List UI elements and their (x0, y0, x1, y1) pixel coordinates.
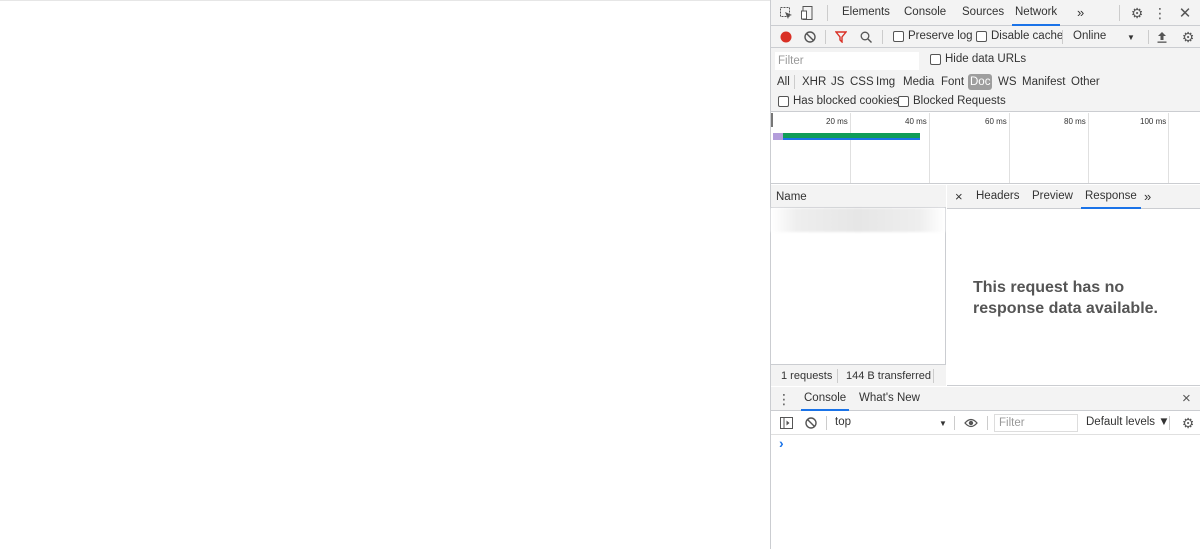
tab-elements[interactable]: Elements (842, 0, 890, 26)
timeline-label: 80 ms (1064, 117, 1086, 126)
timeline-label: 20 ms (826, 117, 848, 126)
blocked-requests-label: Blocked Requests (913, 95, 1006, 107)
type-filter-js[interactable]: JS (829, 74, 846, 90)
more-options-icon[interactable]: ⋮ (1153, 5, 1167, 21)
type-filter-all[interactable]: All (775, 74, 792, 90)
search-icon[interactable] (859, 30, 873, 44)
requests-status-bar: 1 requests 144 B transferred (771, 364, 946, 386)
has-blocked-cookies-checkbox[interactable] (778, 96, 789, 107)
network-overview-timeline[interactable]: 20 ms 40 ms 60 ms 80 ms 100 ms (771, 113, 1200, 184)
close-detail-icon[interactable]: × (955, 185, 963, 209)
type-filter-css[interactable]: CSS (848, 74, 876, 90)
clear-console-icon[interactable] (804, 416, 818, 430)
console-settings-icon[interactable]: ⚙ (1180, 415, 1196, 431)
type-filter-other[interactable]: Other (1069, 74, 1102, 90)
clear-icon[interactable] (803, 30, 816, 43)
type-filter-font[interactable]: Font (939, 74, 966, 90)
tab-network[interactable]: Network (1012, 0, 1061, 26)
timeline-label: 100 ms (1140, 117, 1167, 126)
network-settings-icon[interactable]: ⚙ (1180, 29, 1196, 45)
chevron-down-icon[interactable]: ▼ (1126, 31, 1136, 43)
close-devtools-icon[interactable]: ✕ (1177, 5, 1193, 22)
tab-console[interactable]: Console (904, 0, 946, 26)
page-viewport (0, 0, 770, 549)
filter-icon[interactable] (834, 30, 848, 43)
timeline-request-bar (773, 133, 920, 140)
inspect-element-icon[interactable] (779, 6, 793, 20)
preserve-log-label: Preserve log (908, 30, 973, 42)
tab-headers[interactable]: Headers (976, 185, 1019, 209)
console-prompt-icon: › (779, 435, 784, 451)
more-detail-tabs-icon[interactable]: » (1144, 185, 1151, 209)
type-filter-doc[interactable]: Doc (968, 74, 993, 90)
devtools-panel: Elements Console Sources Network » ⚙ ⋮ ✕… (770, 0, 1200, 549)
record-icon[interactable] (779, 30, 792, 43)
eye-icon[interactable] (963, 416, 979, 430)
tab-sources[interactable]: Sources (962, 0, 1004, 26)
type-filter-media[interactable]: Media (901, 74, 936, 90)
hide-data-urls-label: Hide data URLs (945, 53, 1027, 65)
type-filter-xhr[interactable]: XHR (800, 74, 828, 90)
drawer-tab-console[interactable]: Console (801, 387, 850, 411)
disable-cache-label: Disable cache (991, 30, 1064, 42)
requests-list: Name 1 requests 144 B transferred (771, 185, 946, 386)
import-har-icon[interactable] (1155, 30, 1169, 44)
preserve-log-checkbox[interactable] (893, 31, 904, 42)
settings-icon[interactable]: ⚙ (1129, 5, 1145, 21)
drawer-tabbar: ⋮ Console What's New × (771, 387, 1200, 411)
throttling-select[interactable]: Online (1073, 30, 1106, 42)
disable-cache-checkbox[interactable] (976, 31, 987, 42)
tab-preview[interactable]: Preview (1032, 185, 1073, 209)
log-levels-select[interactable]: Default levels ▼ (1086, 416, 1170, 428)
type-filter-ws[interactable]: WS (996, 74, 1019, 90)
close-drawer-icon[interactable]: × (1182, 387, 1191, 411)
tab-response[interactable]: Response (1081, 185, 1141, 209)
type-filter-img[interactable]: Img (874, 74, 897, 90)
hide-data-urls-checkbox[interactable] (930, 54, 941, 65)
drawer-menu-icon[interactable]: ⋮ (777, 391, 791, 407)
chevron-down-icon[interactable]: ▼ (938, 417, 948, 429)
status-transferred: 144 B transferred (846, 370, 931, 382)
request-detail-pane: × Headers Preview Response » This reques… (947, 185, 1200, 386)
console-toolbar: top ▼ Filter Default levels ▼ ⚙ (771, 411, 1200, 435)
devtools-tabbar: Elements Console Sources Network » ⚙ ⋮ ✕ (771, 0, 1200, 26)
request-row[interactable] (771, 208, 945, 232)
console-output[interactable]: › (771, 435, 1200, 549)
more-tabs-icon[interactable]: » (1077, 0, 1084, 26)
console-filter-input[interactable]: Filter (994, 414, 1078, 432)
detail-tabbar: × Headers Preview Response » (947, 185, 1200, 209)
network-toolbar: Preserve log Disable cache Online ▼ ⚙ (771, 26, 1200, 48)
filter-bar: Filter Hide data URLs All XHR JS CSS Img… (771, 48, 1200, 112)
drawer-tab-whats-new[interactable]: What's New (859, 387, 920, 411)
blocked-requests-checkbox[interactable] (898, 96, 909, 107)
device-toolbar-icon[interactable] (800, 5, 816, 21)
console-sidebar-icon[interactable] (779, 416, 793, 430)
has-blocked-cookies-label: Has blocked cookies (793, 95, 899, 107)
no-response-message: This request has no response data availa… (973, 279, 1158, 317)
type-filter-manifest[interactable]: Manifest (1020, 74, 1067, 90)
timeline-label: 60 ms (985, 117, 1007, 126)
column-name[interactable]: Name (776, 191, 807, 203)
filter-input[interactable]: Filter (775, 52, 919, 70)
status-request-count: 1 requests (781, 370, 833, 382)
context-select[interactable]: top (835, 416, 851, 428)
requests-header: Name (771, 185, 946, 208)
timeline-selection-handle[interactable] (771, 113, 773, 127)
timeline-label: 40 ms (905, 117, 927, 126)
